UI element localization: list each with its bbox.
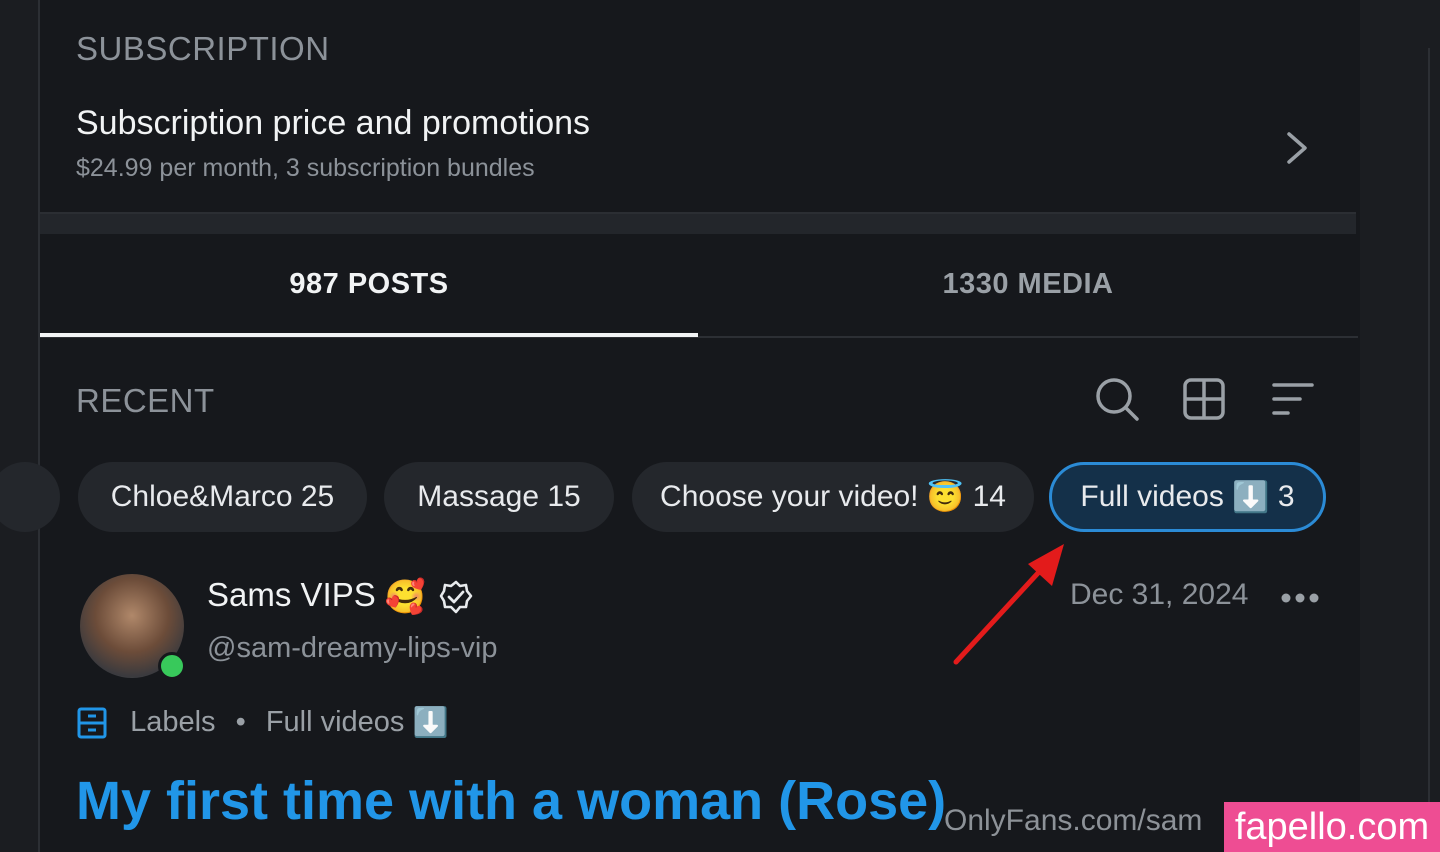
author-name: Sams VIPS xyxy=(207,576,376,613)
post-title[interactable]: My first time with a woman (Rose) xyxy=(76,770,946,832)
down-arrow-icon: ⬇️ xyxy=(1232,481,1270,515)
author-name-row[interactable]: Sams VIPS 🥰 xyxy=(207,576,473,617)
smiling-hearts-icon: 🥰 xyxy=(384,577,426,615)
post-date: Dec 31, 2024 xyxy=(1070,578,1249,611)
subscription-section-title: SUBSCRIPTION xyxy=(76,30,330,67)
sort-icon[interactable] xyxy=(1270,376,1316,422)
section-divider xyxy=(40,212,1356,234)
grid-icon[interactable] xyxy=(1181,376,1227,422)
chevron-right-icon[interactable] xyxy=(1283,130,1313,166)
chip-count: 14 xyxy=(972,480,1006,513)
right-sidebar xyxy=(1360,0,1440,852)
post-labels: Labels • Full videos ⬇️ xyxy=(76,706,449,746)
chip-chloe-marco[interactable]: Chloe&Marco 25 xyxy=(78,462,367,532)
chip-label: Massage 15 xyxy=(417,480,581,513)
chip-choose-your-video[interactable]: Choose your video! 😇 14 xyxy=(632,462,1034,532)
chip-count: 3 xyxy=(1277,480,1295,513)
brand-watermark: fapello.com xyxy=(1224,802,1440,852)
tab-media[interactable]: 1330 MEDIA xyxy=(698,268,1358,301)
labels-title: Labels xyxy=(130,706,216,738)
chip-label: Choose your video! xyxy=(660,480,919,513)
more-options-icon[interactable] xyxy=(1280,592,1320,604)
author-handle[interactable]: @sam-dreamy-lips-vip xyxy=(207,632,497,665)
chip-massage[interactable]: Massage 15 xyxy=(384,462,614,532)
verified-badge-icon xyxy=(439,580,473,614)
online-status-dot xyxy=(158,652,186,680)
smiling-halo-icon: 😇 xyxy=(926,481,965,515)
chip-label: Chloe&Marco 25 xyxy=(110,480,335,513)
chip-full-videos[interactable]: Full videos ⬇️ 3 xyxy=(1049,462,1326,532)
search-icon[interactable] xyxy=(1094,376,1140,422)
tab-posts[interactable]: 987 POSTS xyxy=(40,268,698,301)
sidebar-border xyxy=(1428,48,1430,852)
recent-section-title: RECENT xyxy=(76,382,215,419)
subscription-subtitle: $24.99 per month, 3 subscription bundles xyxy=(76,154,535,182)
labels-icon xyxy=(77,707,107,739)
down-arrow-icon: ⬇️ xyxy=(412,707,449,740)
chip-label: Full videos xyxy=(1080,480,1224,513)
tab-active-indicator xyxy=(40,333,698,337)
labels-separator: • xyxy=(235,706,246,738)
annotation-arrow-icon xyxy=(953,544,1064,665)
label-full-videos[interactable]: Full videos xyxy=(266,706,405,738)
subscription-title: Subscription price and promotions xyxy=(76,104,591,142)
watermark-text: OnlyFans.com/sam xyxy=(944,804,1203,837)
